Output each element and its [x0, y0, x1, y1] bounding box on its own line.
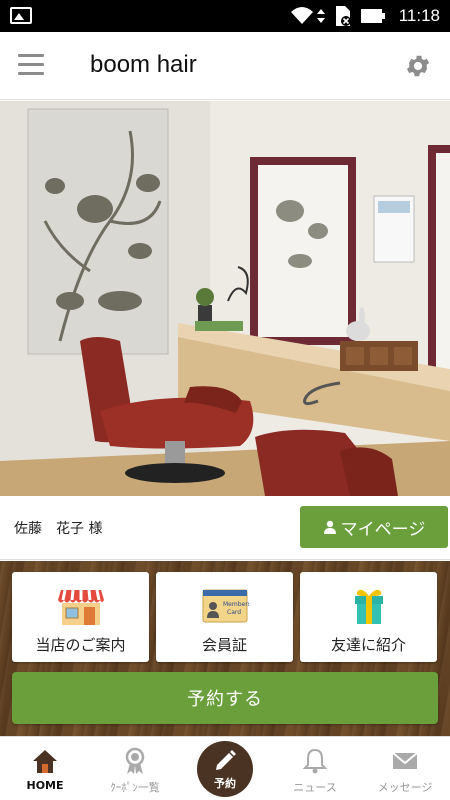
battery-icon [361, 9, 385, 23]
nav-news-label: ニュース [293, 781, 337, 794]
nav-messages[interactable]: メッセージ [360, 737, 450, 800]
reserve-button[interactable]: 予約する [12, 672, 438, 724]
mypage-button[interactable]: マイページ [300, 506, 448, 548]
gift-icon [354, 589, 383, 624]
gear-icon[interactable] [404, 52, 432, 80]
status-bar: 11:18 [0, 0, 450, 32]
user-info-row: 佐藤 花子 様 マイページ [0, 496, 450, 560]
svg-text:Card: Card [227, 609, 241, 616]
bottom-nav: HOME ｸｰﾎﾟﾝ一覧 予約 ニュース メッセージ [0, 736, 450, 800]
tile-refer-friend[interactable]: 友達に紹介 [300, 572, 437, 662]
nav-reserve[interactable]: 予約 [197, 741, 253, 797]
sim-card-icon [336, 6, 351, 26]
home-icon [33, 750, 57, 773]
nav-home-label: HOME [26, 779, 64, 792]
tile-refer-friend-label: 友達に紹介 [330, 636, 406, 654]
nav-reserve-label: 予約 [214, 777, 236, 790]
shop-icon [57, 589, 104, 625]
status-time: 11:18 [398, 6, 440, 25]
mypage-label: マイページ [340, 519, 426, 540]
wifi-icon [291, 7, 313, 24]
user-name: 佐藤 花子 様 [14, 521, 103, 537]
hamburger-menu-icon[interactable] [18, 54, 44, 76]
menu-panel: 当店のご案内 Members Card 会員証 友達に紹介 予約する [0, 561, 450, 736]
app-title: boom hair [90, 51, 197, 78]
members-card-icon: Members Card [202, 589, 249, 623]
bell-icon [302, 748, 328, 774]
nav-messages-label: メッセージ [377, 781, 433, 794]
pencil-icon [216, 750, 236, 770]
data-arrows-icon [317, 9, 325, 23]
svg-text:Members: Members [223, 601, 249, 608]
nav-coupons[interactable]: ｸｰﾎﾟﾝ一覧 [90, 737, 180, 800]
tile-members-card[interactable]: Members Card 会員証 [156, 572, 293, 662]
person-icon [323, 520, 336, 534]
image-notification-icon [10, 7, 32, 24]
nav-home[interactable]: HOME [0, 737, 90, 800]
envelope-icon [392, 752, 418, 769]
nav-news[interactable]: ニュース [270, 737, 360, 800]
tile-members-card-label: 会員証 [201, 636, 247, 654]
ribbon-icon [125, 747, 145, 774]
nav-coupons-label: ｸｰﾎﾟﾝ一覧 [110, 781, 160, 794]
app-bar: boom hair [0, 32, 450, 100]
tile-shop-info-label: 当店のご案内 [35, 636, 126, 654]
tile-shop-info[interactable]: 当店のご案内 [12, 572, 149, 662]
salon-hero-image [0, 101, 450, 496]
